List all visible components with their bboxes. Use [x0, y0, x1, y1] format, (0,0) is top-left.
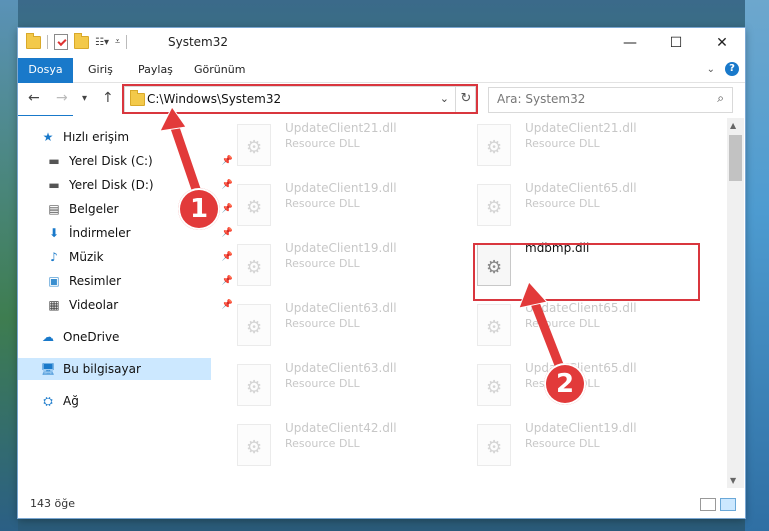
drive-icon: ▬: [48, 154, 60, 168]
list-item[interactable]: ⚙ UpdateClient21.dll Resource DLL: [471, 118, 701, 176]
sidebar-item-onedrive[interactable]: ☁ OneDrive: [18, 326, 233, 348]
toolbar-separator: [47, 35, 48, 49]
list-item[interactable]: ⚙ UpdateClient65.dll Resource DLL: [471, 358, 701, 416]
toolbar-separator: [126, 35, 128, 49]
window-title: System32: [168, 35, 229, 49]
sidebar-item-network[interactable]: ⛭ Ağ: [18, 390, 233, 412]
dll-file-icon: ⚙: [477, 124, 511, 166]
customize-toolbar-icon[interactable]: ☷▾: [95, 37, 109, 48]
minimize-button[interactable]: —: [607, 28, 653, 58]
list-item[interactable]: ⚙ UpdateClient63.dll Resource DLL: [231, 298, 461, 356]
help-icon[interactable]: ?: [725, 62, 739, 76]
dll-file-icon: ⚙: [237, 364, 271, 406]
large-icons-view-icon[interactable]: [720, 498, 736, 511]
file-highlight-box: [473, 243, 700, 301]
search-placeholder: Ara: System32: [497, 92, 586, 106]
list-item[interactable]: ⚙ UpdateClient42.dll Resource DLL: [231, 418, 461, 476]
forward-button[interactable]: →: [56, 90, 68, 106]
list-item[interactable]: ⚙ UpdateClient65.dll Resource DLL: [471, 298, 701, 356]
music-icon: ♪: [50, 250, 58, 264]
scroll-down-icon[interactable]: ▼: [730, 476, 736, 485]
close-button[interactable]: ✕: [699, 28, 745, 58]
desktop-background-right: [745, 0, 769, 531]
item-count: 143 öğe: [30, 497, 75, 510]
sidebar-item-music[interactable]: ♪ Müzik 📌: [18, 246, 239, 268]
network-icon: ⛭: [43, 393, 53, 408]
tab-share[interactable]: Paylaş: [138, 58, 173, 82]
video-icon: ▦: [48, 298, 60, 312]
list-item[interactable]: ⚙ UpdateClient21.dll Resource DLL: [231, 118, 461, 176]
sidebar-item-pictures[interactable]: ▣ Resimler 📌: [18, 270, 239, 292]
quick-access-toolbar: ☷▾ ⩡: [26, 32, 128, 50]
vertical-scrollbar[interactable]: ▲ ▼: [727, 118, 744, 488]
title-bar: ☷▾ ⩡ System32 — ☐ ✕: [18, 28, 745, 58]
callout-badge-1: 1: [178, 188, 220, 230]
document-icon: ▤: [48, 202, 60, 216]
explorer-window: ☷▾ ⩡ System32 — ☐ ✕ Dosya Giriş Paylaş G…: [18, 28, 745, 518]
ribbon-tabs: Dosya Giriş Paylaş Görünüm ⌄ ?: [18, 58, 745, 116]
drive-icon: ▬: [48, 178, 60, 192]
dll-file-icon: ⚙: [477, 304, 511, 346]
callout-badge-2: 2: [544, 363, 586, 405]
dll-file-icon: ⚙: [237, 304, 271, 346]
list-item[interactable]: ⚙ UpdateClient19.dll Resource DLL: [231, 238, 461, 296]
new-folder-icon[interactable]: [74, 32, 89, 49]
star-icon: ★: [42, 130, 54, 144]
address-row: ← → ▾ ↑ C:\Windows\System32 ⌄ ↻ Ara: Sys…: [18, 83, 745, 115]
status-bar: 143 öğe: [18, 490, 745, 518]
scrollbar-thumb[interactable]: [729, 135, 742, 181]
list-item[interactable]: ⚙ UpdateClient19.dll Resource DLL: [471, 418, 701, 476]
dll-file-icon: ⚙: [477, 424, 511, 466]
scroll-up-icon[interactable]: ▲: [730, 121, 736, 130]
properties-icon[interactable]: [54, 34, 68, 50]
ribbon-expand-icon[interactable]: ⌄: [707, 64, 715, 75]
toolbar-dropdown-icon[interactable]: ⩡: [115, 37, 120, 47]
computer-icon: 🖥: [40, 362, 56, 376]
list-item[interactable]: ⚙ UpdateClient63.dll Resource DLL: [231, 358, 461, 416]
back-button[interactable]: ←: [28, 90, 40, 106]
search-icon[interactable]: ⌕: [717, 91, 724, 106]
download-icon: ⬇: [48, 226, 60, 240]
details-view-icon[interactable]: [700, 498, 716, 511]
dll-file-icon: ⚙: [477, 184, 511, 226]
sidebar-item-videos[interactable]: ▦ Videolar 📌: [18, 294, 239, 316]
cloud-icon: ☁: [42, 330, 54, 344]
list-item[interactable]: ⚙ UpdateClient65.dll Resource DLL: [471, 178, 701, 236]
tab-view[interactable]: Görünüm: [194, 58, 245, 82]
dll-file-icon: ⚙: [237, 184, 271, 226]
list-item[interactable]: ⚙ UpdateClient19.dll Resource DLL: [231, 178, 461, 236]
desktop-background-left: [0, 0, 18, 531]
folder-icon: [26, 32, 41, 49]
pictures-icon: ▣: [48, 274, 60, 288]
sidebar-item-this-pc[interactable]: 🖥 Bu bilgisayar: [18, 358, 211, 380]
up-button[interactable]: ↑: [102, 90, 114, 106]
search-box[interactable]: Ara: System32 ⌕: [488, 87, 733, 113]
maximize-button[interactable]: ☐: [653, 28, 699, 58]
file-list: ⚙ UpdateClient21.dll Resource DLL ⚙ Upda…: [231, 118, 727, 488]
dll-file-icon: ⚙: [477, 364, 511, 406]
dll-file-icon: ⚙: [237, 244, 271, 286]
dll-file-icon: ⚙: [237, 124, 271, 166]
tab-home[interactable]: Giriş: [88, 58, 113, 82]
recent-locations-button[interactable]: ▾: [82, 93, 87, 104]
dll-file-icon: ⚙: [237, 424, 271, 466]
